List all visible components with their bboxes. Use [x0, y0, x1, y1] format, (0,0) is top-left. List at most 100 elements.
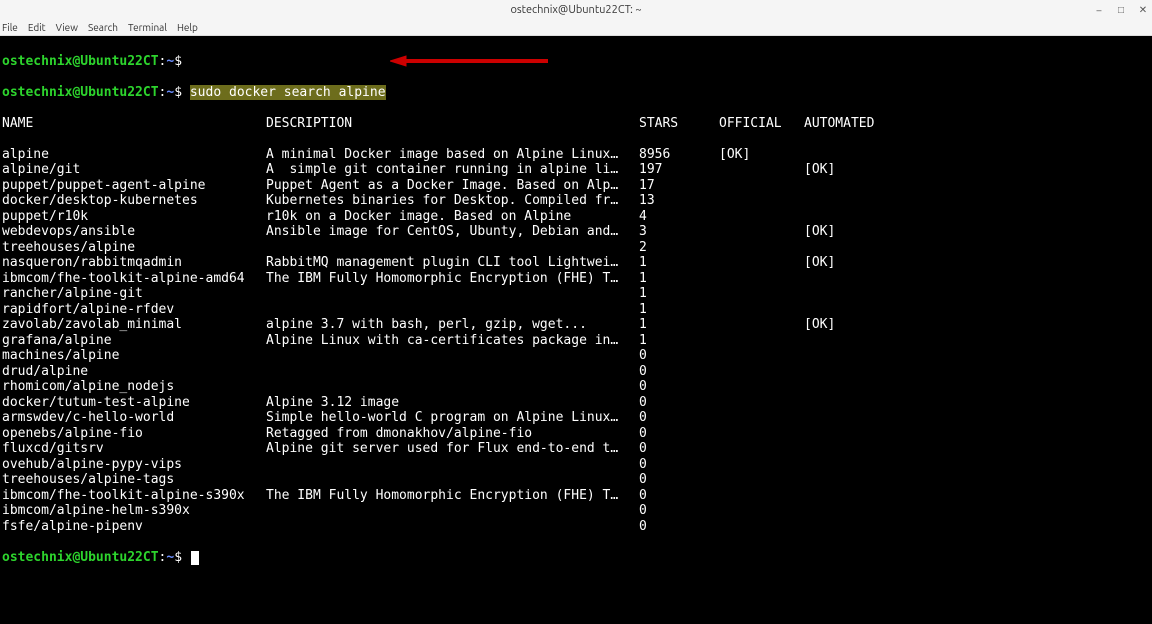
- table-row: puppet/puppet-agent-alpinePuppet Agent a…: [2, 178, 1150, 194]
- header-stars: STARS: [639, 116, 719, 132]
- table-row: zavolab/zavolab_minimalalpine 3.7 with b…: [2, 317, 1150, 333]
- cell-stars: 4: [639, 209, 719, 225]
- cell-name: ibmcom/fhe-toolkit-alpine-amd64: [2, 271, 266, 287]
- cell-name: treehouses/alpine-tags: [2, 472, 266, 488]
- cell-stars: 0: [639, 457, 719, 473]
- table-row: alpine/gitA simple git container running…: [2, 162, 1150, 178]
- table-row: webdevops/ansibleAnsible image for CentO…: [2, 224, 1150, 240]
- cell-name: webdevops/ansible: [2, 224, 266, 240]
- cell-stars: 0: [639, 519, 719, 535]
- cell-desc: Retagged from dmonakhov/alpine-fio: [266, 426, 639, 442]
- cell-stars: 0: [639, 472, 719, 488]
- cell-stars: 0: [639, 503, 719, 519]
- cell-stars: 1: [639, 271, 719, 287]
- cell-stars: 0: [639, 426, 719, 442]
- cell-name: grafana/alpine: [2, 333, 266, 349]
- cell-desc: alpine 3.7 with bash, perl, gzip, wget..…: [266, 317, 639, 333]
- header-name: NAME: [2, 116, 266, 132]
- table-row: ibmcom/fhe-toolkit-alpine-amd64The IBM F…: [2, 271, 1150, 287]
- cell-stars: 1: [639, 317, 719, 333]
- menu-help[interactable]: Help: [177, 22, 198, 33]
- table-row: rapidfort/alpine-rfdev1: [2, 302, 1150, 318]
- cell-stars: 0: [639, 379, 719, 395]
- table-row: openebs/alpine-fioRetagged from dmonakho…: [2, 426, 1150, 442]
- terminal-viewport[interactable]: ostechnix@Ubuntu22CT:~$ ostechnix@Ubuntu…: [0, 36, 1152, 624]
- cell-automated: [OK]: [804, 255, 894, 271]
- menu-bar: File Edit View Search Terminal Help: [0, 20, 1152, 36]
- cell-desc: Ansible image for CentOS, Ubunty, Debian…: [266, 224, 639, 240]
- cell-name: docker/desktop-kubernetes: [2, 193, 266, 209]
- header-official: OFFICIAL: [719, 116, 804, 132]
- cell-stars: 0: [639, 348, 719, 364]
- table-row: rancher/alpine-git 1: [2, 286, 1150, 302]
- cell-name: zavolab/zavolab_minimal: [2, 317, 266, 333]
- cell-stars: 3: [639, 224, 719, 240]
- table-row: armswdev/c-hello-worldSimple hello-world…: [2, 410, 1150, 426]
- cell-stars: 1: [639, 286, 719, 302]
- cell-desc: A minimal Docker image based on Alpine L…: [266, 147, 639, 163]
- cell-desc: Alpine Linux with ca-certificates packag…: [266, 333, 639, 349]
- cell-name: rhomicom/alpine_nodejs: [2, 379, 266, 395]
- cell-name: fluxcd/gitsrv: [2, 441, 266, 457]
- cell-stars: 0: [639, 364, 719, 380]
- close-button[interactable]: ✕: [1138, 5, 1148, 15]
- menu-view[interactable]: View: [56, 22, 78, 33]
- cell-stars: 0: [639, 441, 719, 457]
- table-row: nasqueron/rabbitmqadminRabbitMQ manageme…: [2, 255, 1150, 271]
- cell-desc: Kubernetes binaries for Desktop. Compile…: [266, 193, 639, 209]
- prompt-line-command: ostechnix@Ubuntu22CT:~$ sudo docker sear…: [2, 85, 1150, 101]
- table-row: alpineA minimal Docker image based on Al…: [2, 147, 1150, 163]
- cell-stars: 8956: [639, 147, 719, 163]
- cell-name: machines/alpine: [2, 348, 266, 364]
- cell-desc: Puppet Agent as a Docker Image. Based on…: [266, 178, 639, 194]
- table-row: machines/alpine 0: [2, 348, 1150, 364]
- table-row: rhomicom/alpine_nodejs 0: [2, 379, 1150, 395]
- cell-name: puppet/puppet-agent-alpine: [2, 178, 266, 194]
- header-description: DESCRIPTION: [266, 116, 639, 132]
- table-row: fsfe/alpine-pipenv 0: [2, 519, 1150, 535]
- maximize-button[interactable]: □: [1116, 5, 1126, 15]
- cell-stars: 0: [639, 488, 719, 504]
- table-row: docker/tutum-test-alpineAlpine 3.12 imag…: [2, 395, 1150, 411]
- cell-desc: r10k on a Docker image. Based on Alpine: [266, 209, 639, 225]
- window-title: ostechnix@Ubuntu22CT: ~: [510, 4, 641, 16]
- cell-stars: 17: [639, 178, 719, 194]
- table-row: docker/desktop-kubernetesKubernetes bina…: [2, 193, 1150, 209]
- menu-edit[interactable]: Edit: [28, 22, 46, 33]
- cell-desc: Alpine git server used for Flux end-to-e…: [266, 441, 639, 457]
- cell-desc: A simple git container running in alpine…: [266, 162, 639, 178]
- table-row: fluxcd/gitsrvAlpine git server used for …: [2, 441, 1150, 457]
- minimize-button[interactable]: –: [1094, 5, 1104, 15]
- cell-name: armswdev/c-hello-world: [2, 410, 266, 426]
- cell-desc: Simple hello-world C program on Alpine L…: [266, 410, 639, 426]
- menu-file[interactable]: File: [2, 22, 18, 33]
- cell-stars: 1: [639, 255, 719, 271]
- cell-stars: 0: [639, 395, 719, 411]
- cell-name: ibmcom/fhe-toolkit-alpine-s390x: [2, 488, 266, 504]
- cell-name: rapidfort/alpine-rfdev: [2, 302, 266, 318]
- table-body: alpineA minimal Docker image based on Al…: [2, 147, 1150, 535]
- cell-stars: 0: [639, 410, 719, 426]
- cell-automated: [OK]: [804, 224, 894, 240]
- table-header: NAMEDESCRIPTIONSTARSOFFICIALAUTOMATED: [2, 116, 1150, 132]
- cell-name: rancher/alpine-git: [2, 286, 266, 302]
- table-row: ibmcom/fhe-toolkit-alpine-s390xThe IBM F…: [2, 488, 1150, 504]
- cell-stars: 1: [639, 333, 719, 349]
- table-row: treehouses/alpine2: [2, 240, 1150, 256]
- cursor: [191, 551, 199, 565]
- cell-name: fsfe/alpine-pipenv: [2, 519, 266, 535]
- menu-search[interactable]: Search: [88, 22, 118, 33]
- cell-name: alpine/git: [2, 162, 266, 178]
- cell-name: treehouses/alpine: [2, 240, 266, 256]
- cell-name: alpine: [2, 147, 266, 163]
- table-row: ovehub/alpine-pypy-vips0: [2, 457, 1150, 473]
- cell-name: drud/alpine: [2, 364, 266, 380]
- menu-terminal[interactable]: Terminal: [128, 22, 167, 33]
- header-automated: AUTOMATED: [804, 116, 894, 132]
- cell-name: openebs/alpine-fio: [2, 426, 266, 442]
- prompt-userhost: ostechnix@Ubuntu22CT: [2, 54, 159, 69]
- entered-command: sudo docker search alpine: [190, 85, 386, 100]
- table-row: treehouses/alpine-tags 0: [2, 472, 1150, 488]
- table-row: drud/alpine 0: [2, 364, 1150, 380]
- prompt-line-final: ostechnix@Ubuntu22CT:~$: [2, 550, 1150, 566]
